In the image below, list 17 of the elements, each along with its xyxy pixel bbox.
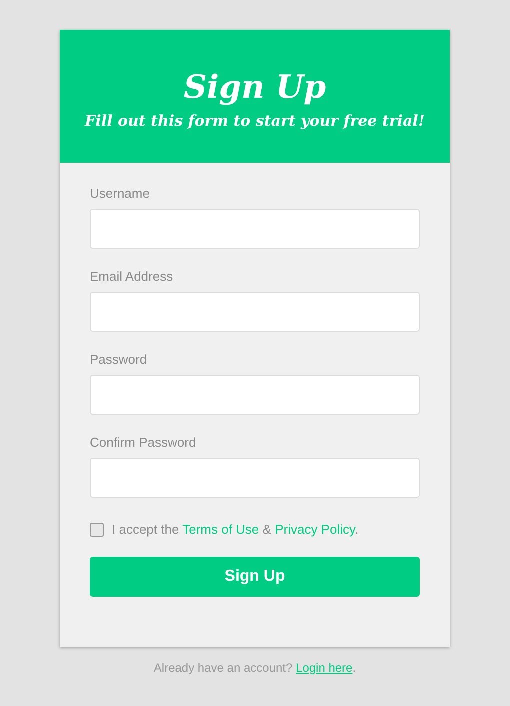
input-field[interactable] [90, 209, 420, 249]
login-prompt: Already have an account? Login here. [154, 661, 356, 675]
terms-checkbox[interactable] [90, 522, 104, 536]
link[interactable]: Privacy Policy [275, 522, 356, 537]
field-label: Username [90, 186, 151, 201]
form-title: Sign Up [184, 68, 326, 106]
sign-up-button[interactable]: Sign Up [90, 557, 420, 597]
field-label: Password [90, 352, 148, 367]
link[interactable]: Terms of Use [182, 522, 260, 537]
input-field[interactable] [90, 458, 420, 498]
terms-text: I accept the Terms of Use & Privacy Policy. [112, 522, 359, 537]
input-field[interactable] [90, 375, 420, 415]
field-label: Email Address [90, 269, 174, 284]
login-link[interactable]: Login here [296, 661, 353, 675]
input-field[interactable] [90, 292, 420, 332]
form-subtitle: Fill out this form to start your free trial! [85, 112, 425, 130]
field-label: Confirm Password [90, 435, 198, 450]
